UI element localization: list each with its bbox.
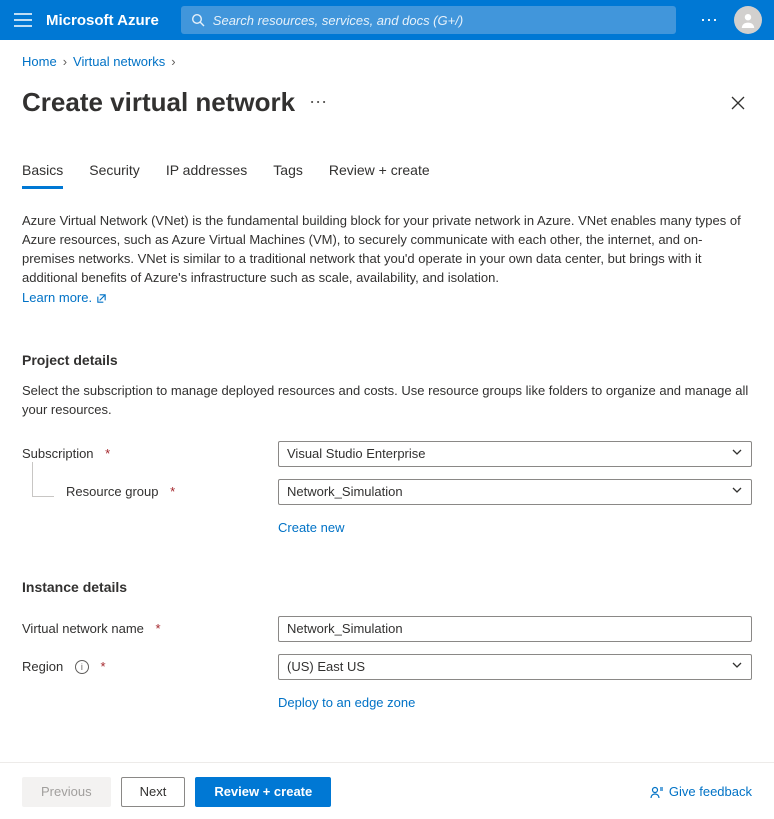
breadcrumb-vnets[interactable]: Virtual networks <box>73 54 165 69</box>
page-content: Home › Virtual networks › Create virtual… <box>0 40 774 710</box>
chevron-right-icon: › <box>171 54 175 69</box>
resource-group-value: Network_Simulation <box>287 484 403 499</box>
page-title: Create virtual network <box>22 87 295 118</box>
feedback-label: Give feedback <box>669 784 752 799</box>
top-bar: Microsoft Azure Search resources, servic… <box>0 0 774 40</box>
chevron-down-icon <box>731 484 743 499</box>
close-button[interactable] <box>724 89 752 117</box>
deploy-edge-zone-link[interactable]: Deploy to an edge zone <box>278 695 415 710</box>
global-search-input[interactable]: Search resources, services, and docs (G+… <box>181 6 676 34</box>
give-feedback-link[interactable]: Give feedback <box>650 784 752 799</box>
info-icon[interactable]: i <box>75 660 89 674</box>
region-dropdown[interactable]: (US) East US <box>278 654 752 680</box>
brand-label: Microsoft Azure <box>46 12 159 29</box>
resource-group-label: Resource group * <box>22 484 278 499</box>
vnet-name-value: Network_Simulation <box>287 621 403 636</box>
create-new-rg-link[interactable]: Create new <box>278 520 344 535</box>
tab-ip-addresses[interactable]: IP addresses <box>166 162 247 189</box>
subscription-label: Subscription * <box>22 446 278 461</box>
search-icon <box>191 13 205 27</box>
page-more-icon[interactable]: ⋯ <box>309 92 329 113</box>
project-details-text: Select the subscription to manage deploy… <box>22 382 752 420</box>
feedback-icon <box>650 785 664 799</box>
tab-basics[interactable]: Basics <box>22 162 63 189</box>
breadcrumb-home[interactable]: Home <box>22 54 57 69</box>
tabs: Basics Security IP addresses Tags Review… <box>22 162 752 190</box>
breadcrumb: Home › Virtual networks › <box>22 54 752 69</box>
vnet-name-input[interactable]: Network_Simulation <box>278 616 752 642</box>
tab-tags[interactable]: Tags <box>273 162 303 189</box>
menu-toggle[interactable] <box>12 9 34 31</box>
tab-review-create[interactable]: Review + create <box>329 162 430 189</box>
more-actions-icon[interactable]: ⋯ <box>700 10 720 31</box>
next-button[interactable]: Next <box>121 777 186 807</box>
instance-details-heading: Instance details <box>22 579 752 595</box>
intro-block: Azure Virtual Network (VNet) is the fund… <box>22 212 752 308</box>
chevron-right-icon: › <box>63 54 67 69</box>
region-value: (US) East US <box>287 659 365 674</box>
user-avatar[interactable] <box>734 6 762 34</box>
resource-group-dropdown[interactable]: Network_Simulation <box>278 479 752 505</box>
footer-bar: Previous Next Review + create Give feedb… <box>0 763 774 819</box>
intro-text: Azure Virtual Network (VNet) is the fund… <box>22 213 741 285</box>
search-placeholder: Search resources, services, and docs (G+… <box>213 13 463 28</box>
learn-more-label: Learn more. <box>22 289 92 308</box>
external-link-icon <box>96 293 107 304</box>
project-details-heading: Project details <box>22 352 752 368</box>
review-create-button[interactable]: Review + create <box>195 777 331 807</box>
subscription-dropdown[interactable]: Visual Studio Enterprise <box>278 441 752 467</box>
subscription-value: Visual Studio Enterprise <box>287 446 426 461</box>
chevron-down-icon <box>731 446 743 461</box>
vnet-name-label: Virtual network name * <box>22 621 278 636</box>
tab-security[interactable]: Security <box>89 162 140 189</box>
region-label: Region i * <box>22 659 278 674</box>
previous-button: Previous <box>22 777 111 807</box>
title-row: Create virtual network ⋯ <box>22 87 752 118</box>
learn-more-link[interactable]: Learn more. <box>22 289 107 308</box>
chevron-down-icon <box>731 659 743 674</box>
